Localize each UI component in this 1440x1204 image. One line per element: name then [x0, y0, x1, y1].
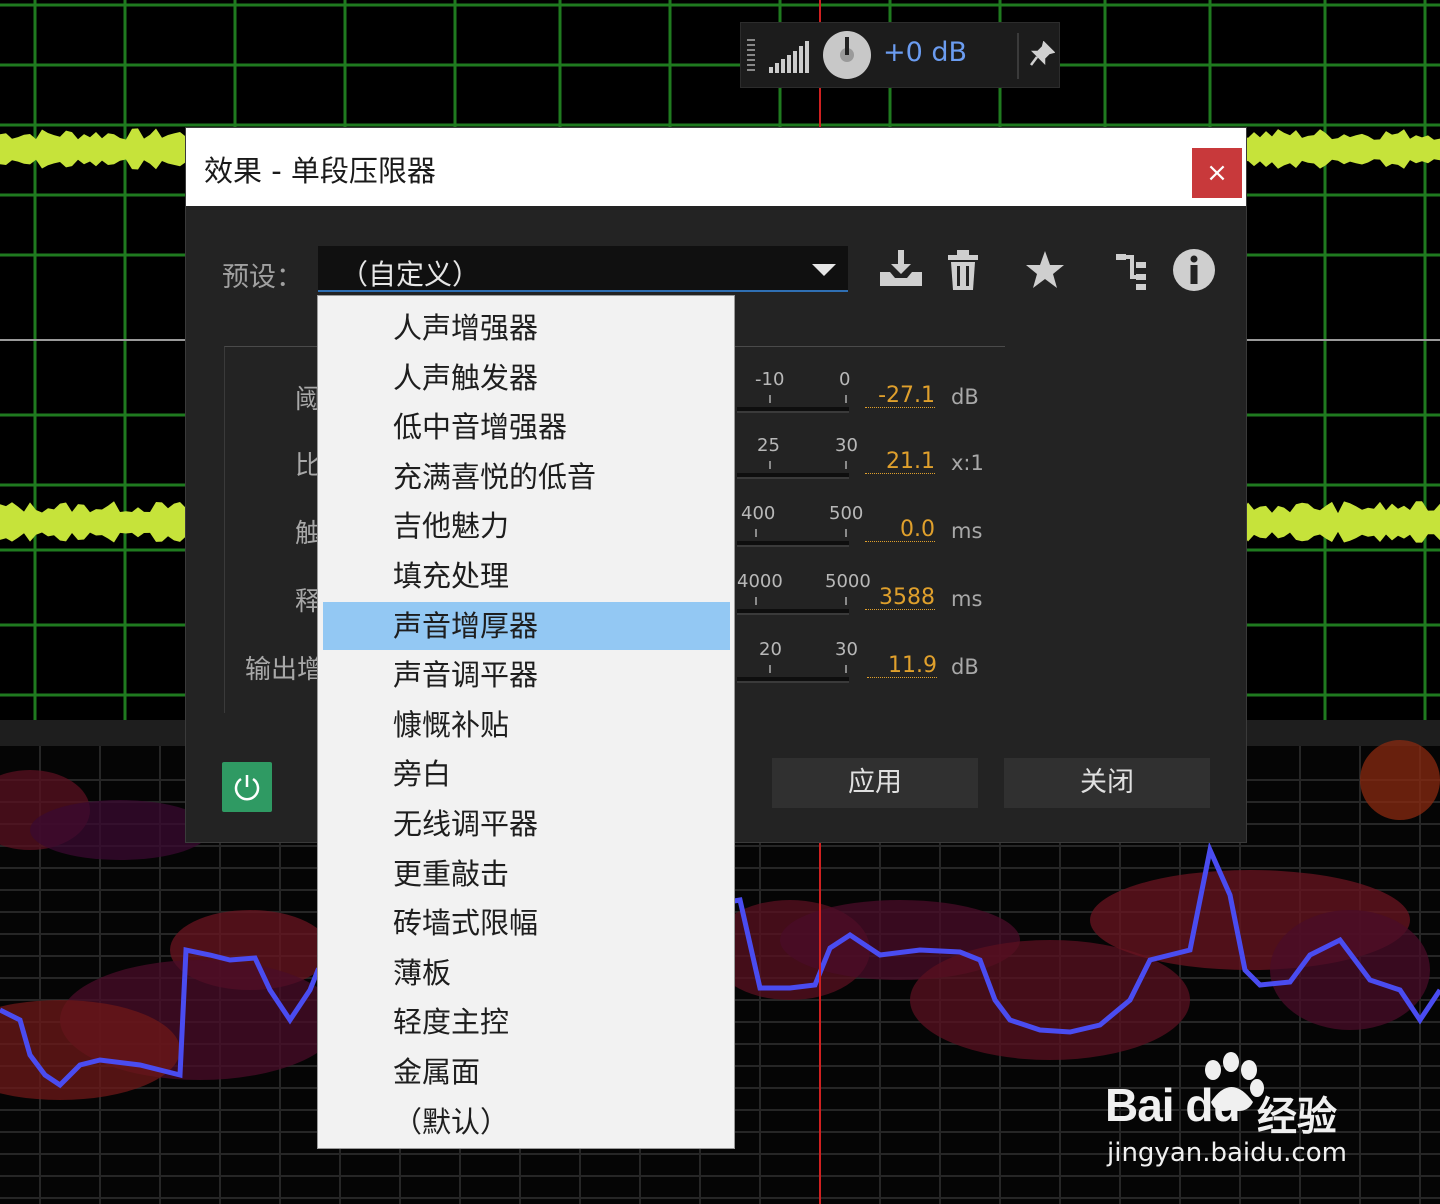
apply-button[interactable]: 应用 — [772, 758, 978, 808]
tick-label: 20 — [759, 639, 782, 660]
preset-option[interactable]: 填充处理 — [323, 552, 730, 600]
tick-label: 0 — [839, 369, 851, 390]
preset-option[interactable]: 无线调平器 — [323, 800, 730, 848]
power-toggle-button[interactable] — [222, 762, 272, 812]
tick-label: 5000 — [825, 571, 871, 592]
tick-mark — [769, 395, 771, 403]
param-unit: ms — [951, 587, 983, 611]
preset-option[interactable]: 低中音增强器 — [323, 403, 730, 451]
preset-option[interactable]: 轻度主控 — [323, 998, 730, 1046]
preset-option[interactable]: 人声增强器 — [323, 304, 730, 352]
volume-hud[interactable]: +0 dB — [740, 22, 1060, 88]
preset-value: （自定义） — [340, 258, 481, 291]
threshold-value[interactable]: -27.1 — [865, 385, 935, 408]
param-unit: dB — [951, 655, 979, 679]
tick-mark — [755, 597, 757, 605]
tick-label: 25 — [757, 435, 780, 456]
spectral-blob — [1360, 740, 1440, 820]
trash-icon[interactable] — [946, 248, 980, 292]
watermark-brand: Bai du — [1105, 1079, 1241, 1131]
baidu-jingyan-watermark: Bai du 经验 jingyan.baidu.com — [1105, 1050, 1405, 1180]
preset-option[interactable]: 吉他魅力 — [323, 502, 730, 550]
tick-mark — [845, 597, 847, 605]
preset-option[interactable]: 声音调平器 — [323, 651, 730, 699]
ratio-value[interactable]: 21.1 — [865, 451, 935, 474]
tick-mark — [845, 665, 847, 673]
preset-option[interactable]: 金属面 — [323, 1048, 730, 1096]
preset-option[interactable]: （默认） — [323, 1098, 730, 1146]
spectral-blob — [30, 800, 210, 860]
release-value[interactable]: 3588 — [865, 587, 935, 610]
watermark-url: jingyan.baidu.com — [1107, 1138, 1347, 1168]
routing-icon[interactable] — [1114, 248, 1148, 292]
tick-label: 30 — [835, 639, 858, 660]
preset-select[interactable]: （自定义） — [318, 246, 848, 292]
chevron-down-icon — [812, 264, 836, 276]
tick-label: -10 — [755, 369, 785, 390]
hud-separator — [1017, 33, 1019, 79]
tick-label: 4000 — [737, 571, 783, 592]
tick-mark — [845, 395, 847, 403]
dialog-titlebar[interactable]: 效果 - 单段压限器 × — [186, 128, 1246, 206]
level-meter-icon — [769, 41, 809, 73]
preset-option[interactable]: 砖墙式限幅 — [323, 899, 730, 947]
info-icon[interactable] — [1172, 248, 1216, 292]
preset-option[interactable]: 人声触发器 — [323, 354, 730, 402]
tick-label: 500 — [829, 503, 864, 524]
gain-knob[interactable] — [823, 31, 871, 79]
star-icon[interactable] — [1024, 248, 1066, 292]
attack-value[interactable]: 0.0 — [865, 519, 935, 542]
preset-option[interactable]: 慷慨补贴 — [323, 701, 730, 749]
download-preset-icon[interactable] — [878, 248, 924, 292]
tick-mark — [755, 529, 757, 537]
tick-mark — [769, 665, 771, 673]
tick-label: 30 — [835, 435, 858, 456]
preset-option[interactable]: 声音增厚器 — [323, 601, 730, 650]
watermark-cn: 经验 — [1257, 1094, 1337, 1140]
tick-mark — [845, 461, 847, 469]
close-button[interactable]: 关闭 — [1004, 758, 1210, 808]
dialog-title: 效果 - 单段压限器 — [204, 154, 436, 188]
threshold-slider[interactable] — [737, 407, 849, 413]
ratio-slider[interactable] — [737, 473, 849, 479]
drag-grip-icon[interactable] — [747, 39, 755, 73]
power-icon — [234, 775, 260, 801]
output-gain-value[interactable]: 11.9 — [867, 655, 937, 678]
preset-option[interactable]: 薄板 — [323, 949, 730, 997]
param-unit: x:1 — [951, 451, 984, 475]
preset-option[interactable]: 旁白 — [323, 750, 730, 798]
tick-mark — [769, 461, 771, 469]
preset-label: 预设： — [222, 262, 303, 293]
param-label: 输出增 — [245, 655, 324, 685]
tick-label: 400 — [741, 503, 776, 524]
param-unit: dB — [951, 385, 979, 409]
attack-slider[interactable] — [737, 541, 849, 547]
gain-value[interactable]: +0 dB — [883, 37, 967, 68]
param-unit: ms — [951, 519, 983, 543]
release-slider[interactable] — [737, 609, 849, 615]
tick-mark — [845, 529, 847, 537]
preset-option[interactable]: 更重敲击 — [323, 850, 730, 898]
output-gain-slider[interactable] — [737, 677, 849, 683]
spectral-blob — [1270, 910, 1430, 1030]
pin-icon[interactable] — [1029, 40, 1056, 73]
close-window-button[interactable]: × — [1192, 148, 1242, 198]
preset-dropdown-list[interactable]: 人声增强器 人声触发器 低中音增强器 充满喜悦的低音 吉他魅力 填充处理 声音增厚器 声音调平… — [317, 295, 735, 1149]
preset-option[interactable]: 充满喜悦的低音 — [323, 453, 730, 501]
